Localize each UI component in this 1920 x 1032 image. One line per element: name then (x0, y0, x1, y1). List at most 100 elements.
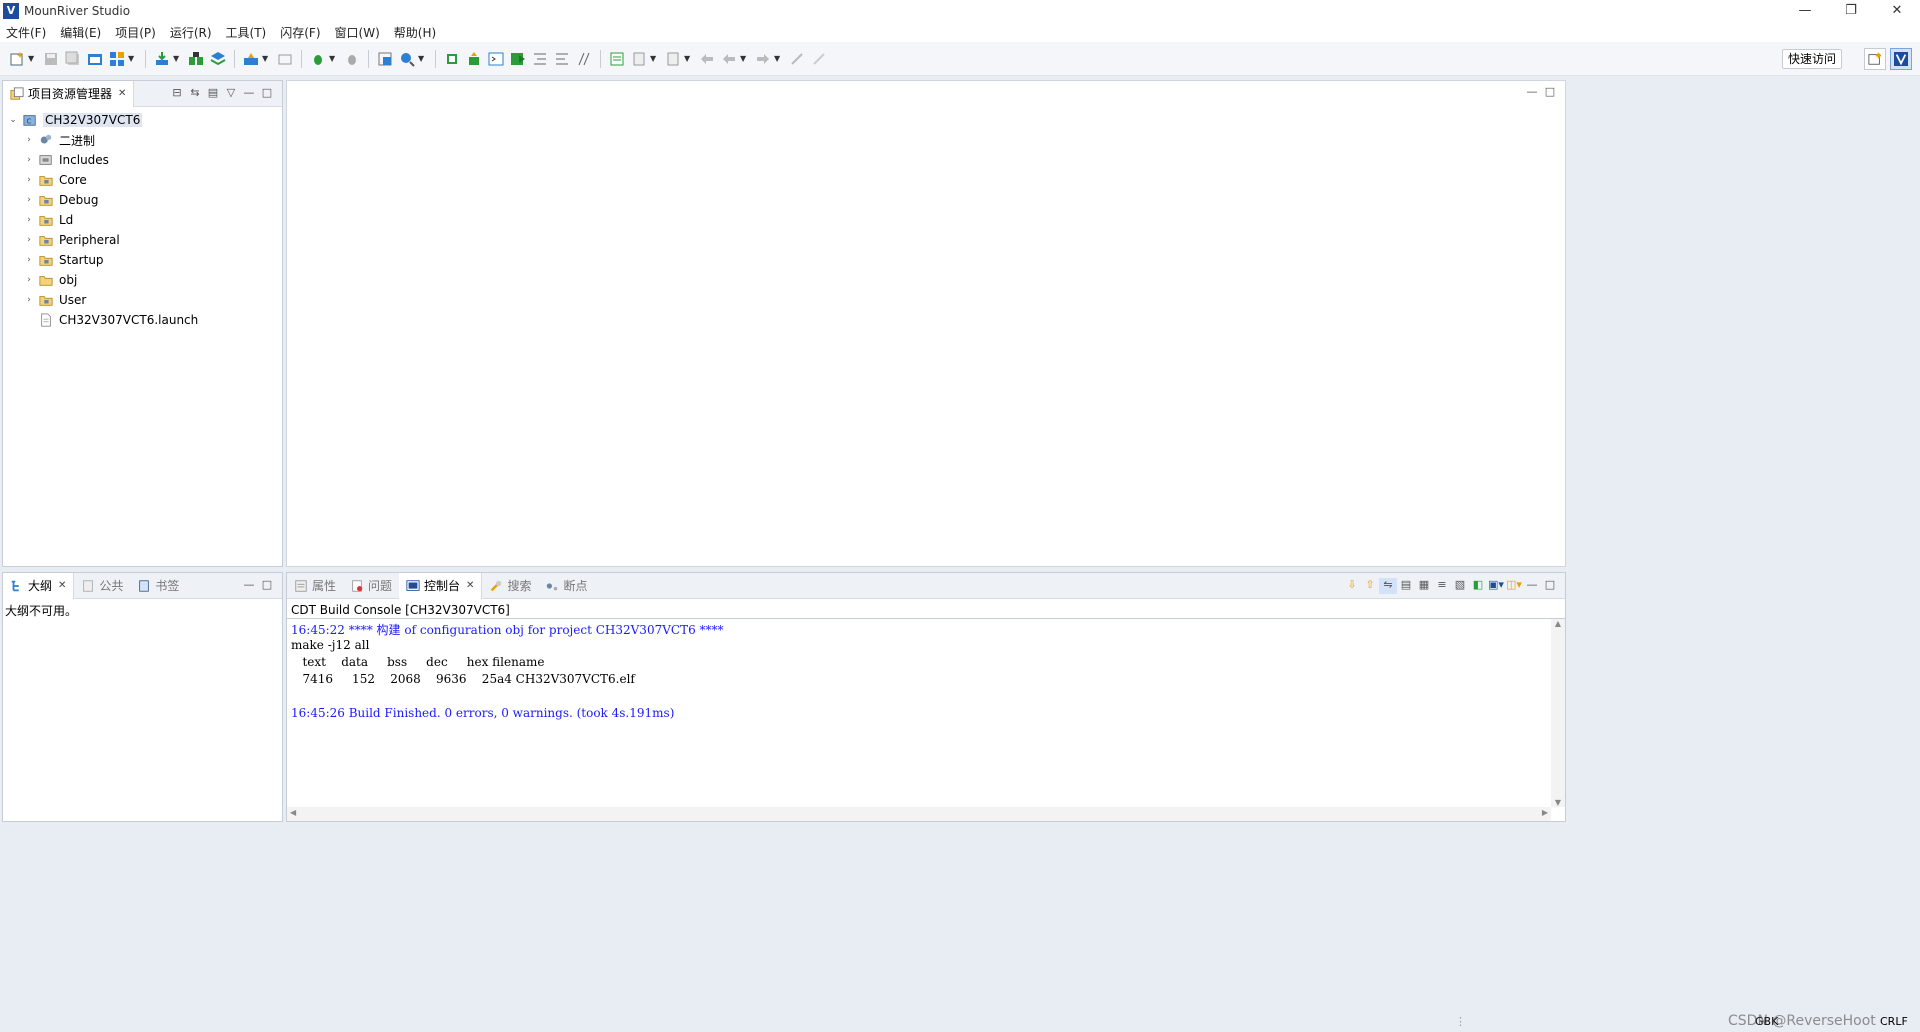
run-icon[interactable] (509, 50, 527, 68)
tree-item[interactable]: › Ld (3, 210, 282, 230)
maximize-icon[interactable]: □ (258, 578, 276, 594)
vertical-scrollbar[interactable]: ▲ ▼ (1551, 619, 1565, 807)
pin-console-icon[interactable]: ◧ (1469, 578, 1487, 594)
last-edit-icon[interactable] (698, 50, 716, 68)
tree-root[interactable]: ⌄ C CH32V307VCT6 (3, 110, 282, 130)
collapse-all-icon[interactable]: ⊟ (168, 86, 186, 102)
line-ending-status[interactable]: CRLF (1880, 1015, 1908, 1028)
minimize-icon[interactable]: — (240, 578, 258, 594)
back-dropdown-icon[interactable]: ▼ (740, 54, 748, 63)
minimize-button[interactable]: — (1782, 0, 1828, 22)
flash-icon[interactable] (242, 50, 260, 68)
chevron-down-icon[interactable]: ⌄ (7, 115, 19, 125)
next-annotation-icon[interactable] (664, 50, 682, 68)
scroll-up-icon[interactable]: ⇧ (1361, 578, 1379, 594)
format-icon[interactable] (575, 50, 593, 68)
tab-bookmarks[interactable]: 书签 (130, 573, 186, 599)
tree-item[interactable]: › 二进制 (3, 130, 282, 150)
tab-breakpoints[interactable]: 断点 (538, 573, 594, 599)
menu-run[interactable]: 运行(R) (170, 24, 212, 41)
scroll-down-icon[interactable]: ⇩ (1343, 578, 1361, 594)
scroll-down-arrow-icon[interactable]: ▼ (1551, 798, 1565, 807)
bug-gray-icon[interactable] (343, 50, 361, 68)
scroll-right-arrow-icon[interactable]: ▶ (1542, 808, 1548, 817)
tab-project-explorer[interactable]: 项目资源管理器 ✕ (3, 80, 135, 107)
upload-icon[interactable] (465, 50, 483, 68)
build-config-icon[interactable] (86, 50, 104, 68)
chevron-right-icon[interactable]: › (23, 295, 35, 305)
close-icon[interactable]: ✕ (466, 580, 474, 591)
tree-item[interactable]: › Includes (3, 150, 282, 170)
display-console-icon[interactable]: ▣▾ (1487, 578, 1505, 594)
tab-common[interactable]: 公共 (74, 573, 130, 599)
save-icon[interactable] (42, 50, 60, 68)
maximize-icon[interactable]: □ (258, 86, 276, 102)
link-editor-icon[interactable]: ⇆ (186, 86, 204, 102)
annotation-icon[interactable] (630, 50, 648, 68)
tab-outline[interactable]: 大纲 ✕ (3, 572, 75, 599)
pin-icon[interactable] (788, 50, 806, 68)
chevron-right-icon[interactable]: › (23, 275, 35, 285)
quick-access-button[interactable]: 快速访问 (1781, 49, 1842, 69)
menu-edit[interactable]: 编辑(E) (60, 24, 101, 41)
download-dropdown-icon[interactable]: ▼ (173, 54, 181, 63)
view-menu-icon[interactable]: ▽ (222, 86, 240, 102)
restore-button[interactable]: ❐ (1828, 0, 1874, 22)
remove-launch-icon[interactable]: ▧ (1451, 578, 1469, 594)
tab-console[interactable]: 控制台 ✕ (399, 572, 483, 599)
forward-dropdown-icon[interactable]: ▼ (774, 54, 782, 63)
debug-icon[interactable] (309, 50, 327, 68)
new-icon[interactable] (8, 50, 26, 68)
close-button[interactable]: ✕ (1874, 0, 1920, 22)
close-icon[interactable]: ✕ (58, 580, 66, 591)
redo-icon[interactable] (810, 50, 828, 68)
tree-item[interactable]: › Debug (3, 190, 282, 210)
chevron-right-icon[interactable]: › (23, 195, 35, 205)
menu-window[interactable]: 窗口(W) (335, 24, 380, 41)
flash-dropdown-icon[interactable]: ▼ (262, 54, 270, 63)
chevron-right-icon[interactable]: › (23, 175, 35, 185)
console-output[interactable]: 16:45:22 **** 构建 of configuration obj fo… (287, 619, 1565, 725)
chevron-right-icon[interactable]: › (23, 155, 35, 165)
new-dropdown-icon[interactable]: ▼ (28, 54, 36, 63)
scroll-up-arrow-icon[interactable]: ▲ (1551, 619, 1565, 628)
maximize-icon[interactable]: □ (1541, 578, 1559, 594)
tab-problems[interactable]: 问题 (343, 573, 399, 599)
debug-dropdown-icon[interactable]: ▼ (329, 54, 337, 63)
terminal-icon[interactable] (487, 50, 505, 68)
tree-item[interactable]: › Core (3, 170, 282, 190)
show-on-output-icon[interactable]: ≡ (1433, 578, 1451, 594)
chevron-right-icon[interactable]: › (23, 135, 35, 145)
tree-item[interactable]: › Peripheral (3, 230, 282, 250)
minimize-icon[interactable]: — (240, 86, 258, 102)
word-wrap-icon[interactable]: ▦ (1415, 578, 1433, 594)
chevron-right-icon[interactable]: › (23, 255, 35, 265)
editor-area[interactable]: — □ (286, 80, 1566, 567)
indent-icon[interactable] (531, 50, 549, 68)
scroll-left-arrow-icon[interactable]: ◀ (290, 808, 296, 817)
mounriver-perspective-icon[interactable] (1890, 48, 1912, 70)
next-annotation-dropdown-icon[interactable]: ▼ (684, 54, 692, 63)
erase-icon[interactable] (276, 50, 294, 68)
menu-project[interactable]: 项目(P) (115, 24, 156, 41)
chevron-right-icon[interactable]: › (23, 235, 35, 245)
annotation-dropdown-icon[interactable]: ▼ (650, 54, 658, 63)
tree-item[interactable]: CH32V307VCT6.launch (3, 310, 282, 330)
chevron-right-icon[interactable]: › (23, 215, 35, 225)
menu-flash[interactable]: 闪存(F) (280, 24, 320, 41)
horizontal-scrollbar[interactable]: ◀ ▶ (287, 807, 1551, 821)
chip-icon[interactable] (443, 50, 461, 68)
menu-tools[interactable]: 工具(T) (226, 24, 267, 41)
outdent-icon[interactable] (553, 50, 571, 68)
minimize-icon[interactable]: — (1523, 85, 1541, 101)
menu-help[interactable]: 帮助(H) (394, 24, 436, 41)
save-all-icon[interactable] (64, 50, 82, 68)
minimize-icon[interactable]: — (1523, 578, 1541, 594)
filter-icon[interactable]: ▤ (204, 86, 222, 102)
tree-item[interactable]: › User (3, 290, 282, 310)
search-icon[interactable] (398, 50, 416, 68)
open-perspective-icon[interactable] (1864, 48, 1886, 70)
maximize-icon[interactable]: □ (1541, 85, 1559, 101)
open-console-icon[interactable]: ◫▾ (1505, 578, 1523, 594)
grid-dropdown-icon[interactable]: ▼ (128, 54, 136, 63)
